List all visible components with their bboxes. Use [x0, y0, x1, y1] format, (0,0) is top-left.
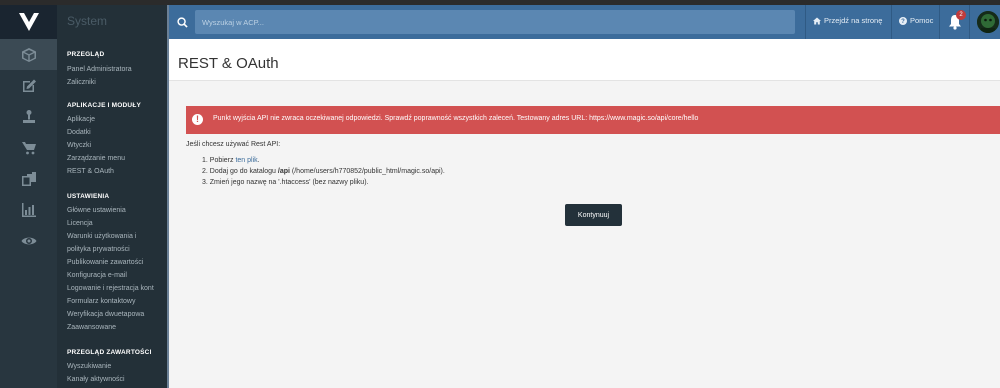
- sidebar-menu: PRZEGLĄD Panel Administratora Zaliczniki…: [57, 39, 167, 388]
- search-icon: [176, 16, 188, 28]
- sidebar-item-rest-oauth[interactable]: REST & OAuth: [67, 168, 114, 175]
- step-2-suffix: (/home/users/h770852/public_html/magic.s…: [289, 168, 445, 175]
- sidebar-item-general-settings[interactable]: Główne ustawienia: [67, 207, 126, 214]
- home-icon: [813, 17, 821, 24]
- rail-item-content[interactable]: [0, 70, 57, 101]
- sidebar-section-apps: APLIKACJE I MODUŁY: [67, 102, 142, 109]
- header-divider: [969, 5, 970, 39]
- step-1-prefix: 1. Pobierz: [202, 157, 236, 164]
- sidebar-item-activity-streams[interactable]: Kanały aktywności: [67, 376, 125, 383]
- sidebar-item-plugins[interactable]: Wtyczki: [67, 142, 91, 149]
- logo-icon: [18, 13, 39, 31]
- sidebar-item-terms[interactable]: Warunki użytkowania i: [67, 233, 136, 240]
- sidebar-item-search[interactable]: Wyszukiwanie: [67, 363, 111, 370]
- sidebar-item-login-registration[interactable]: Logowanie i rejestracja kont: [67, 285, 154, 292]
- app-title-bar: System: [57, 5, 167, 39]
- exclamation-icon: !: [192, 114, 203, 125]
- sidebar-item-contact-form[interactable]: Formularz kontaktowy: [67, 298, 135, 305]
- sidebar-item-admin-panel[interactable]: Panel Administratora: [67, 66, 132, 73]
- header-divider: [939, 5, 940, 39]
- search-input[interactable]: [195, 10, 795, 34]
- svg-text:?: ?: [901, 19, 905, 25]
- sidebar-item-privacy[interactable]: polityka prywatności: [67, 246, 130, 253]
- sidebar-item-license[interactable]: Licencja: [67, 220, 93, 227]
- sidebar-item-posting[interactable]: Publikowanie zawartości: [67, 259, 143, 266]
- download-file-link[interactable]: ten plik: [235, 157, 257, 164]
- step-3: 3. Zmień jego nazwę na '.htaccess' (bez …: [202, 179, 369, 186]
- eye-icon: [21, 237, 36, 244]
- sidebar-item-attachments[interactable]: Zaliczniki: [67, 79, 96, 86]
- cart-icon: [21, 141, 36, 154]
- step-2-prefix: 2. Dodaj go do katalogu: [202, 168, 278, 175]
- logo[interactable]: [0, 5, 57, 39]
- instructions-intro: Jeśli chcesz używać Rest API:: [186, 141, 281, 148]
- sidebar-item-addons[interactable]: Dodatki: [67, 129, 91, 136]
- sidebar-item-menu-manager[interactable]: Zarządzanie menu: [67, 155, 125, 162]
- continue-button[interactable]: Kontynuuj: [565, 204, 622, 226]
- notification-badge: 2: [956, 10, 966, 20]
- sidebar-item-advanced[interactable]: Zaawansowane: [67, 324, 116, 331]
- bar-chart-icon: [21, 202, 36, 217]
- sidebar-item-applications[interactable]: Aplikacje: [67, 116, 95, 123]
- step-1-suffix: .: [257, 157, 260, 164]
- joystick-icon: [22, 109, 35, 123]
- edit-icon: [22, 79, 36, 92]
- sidebar-item-email-config[interactable]: Konfiguracja e-mail: [67, 272, 127, 279]
- sidebar-section-settings: USTAWIENIA: [67, 193, 110, 200]
- step-1: 1. Pobierz ten plik.: [202, 157, 260, 164]
- avatar-image: [977, 11, 999, 33]
- sidebar-item-two-factor[interactable]: Weryfikacja dwuetapowa: [67, 311, 144, 318]
- search-button[interactable]: [169, 5, 195, 39]
- rail-item-pages[interactable]: [0, 163, 57, 194]
- rail-item-system[interactable]: [0, 39, 57, 70]
- visit-site-link[interactable]: Przejdź na stronę: [813, 16, 882, 25]
- user-avatar[interactable]: [977, 11, 999, 33]
- app-window: System PRZEGLĄD Panel Administratora Zal…: [0, 0, 1000, 388]
- app-title: System: [67, 14, 108, 28]
- top-header: Przejdź na stronę ? Pomoc 2: [169, 5, 1000, 39]
- sidebar-section-content-overview: PRZEGLĄD ZAWARTOŚCI: [67, 349, 152, 356]
- icon-rail: [0, 39, 57, 388]
- error-alert: ! Punkt wyjścia API nie zwraca oczekiwan…: [186, 106, 1000, 134]
- header-divider: [891, 5, 892, 39]
- rail-item-members[interactable]: [0, 101, 57, 132]
- help-icon: ?: [899, 16, 907, 25]
- help-link[interactable]: ? Pomoc: [899, 16, 933, 25]
- help-label: Pomoc: [910, 16, 934, 25]
- sidebar-section-overview: PRZEGLĄD: [67, 51, 105, 58]
- step-2: 2. Dodaj go do katalogu /api (/home/user…: [202, 168, 445, 175]
- visit-site-label: Przejdź na stronę: [824, 16, 883, 25]
- page-header: REST & OAuth: [169, 39, 1000, 81]
- alert-message: Punkt wyjścia API nie zwraca oczekiwanej…: [213, 115, 699, 122]
- header-divider: [805, 5, 806, 39]
- rail-item-customization[interactable]: [0, 225, 57, 256]
- clone-icon: [21, 171, 36, 186]
- main-content: REST & OAuth ! Punkt wyjścia API nie zwr…: [169, 39, 1000, 388]
- step-2-directory: /api: [277, 168, 290, 175]
- page-title: REST & OAuth: [178, 55, 279, 72]
- rail-item-commerce[interactable]: [0, 132, 57, 163]
- rail-item-stats[interactable]: [0, 194, 57, 225]
- cube-icon: [21, 47, 36, 62]
